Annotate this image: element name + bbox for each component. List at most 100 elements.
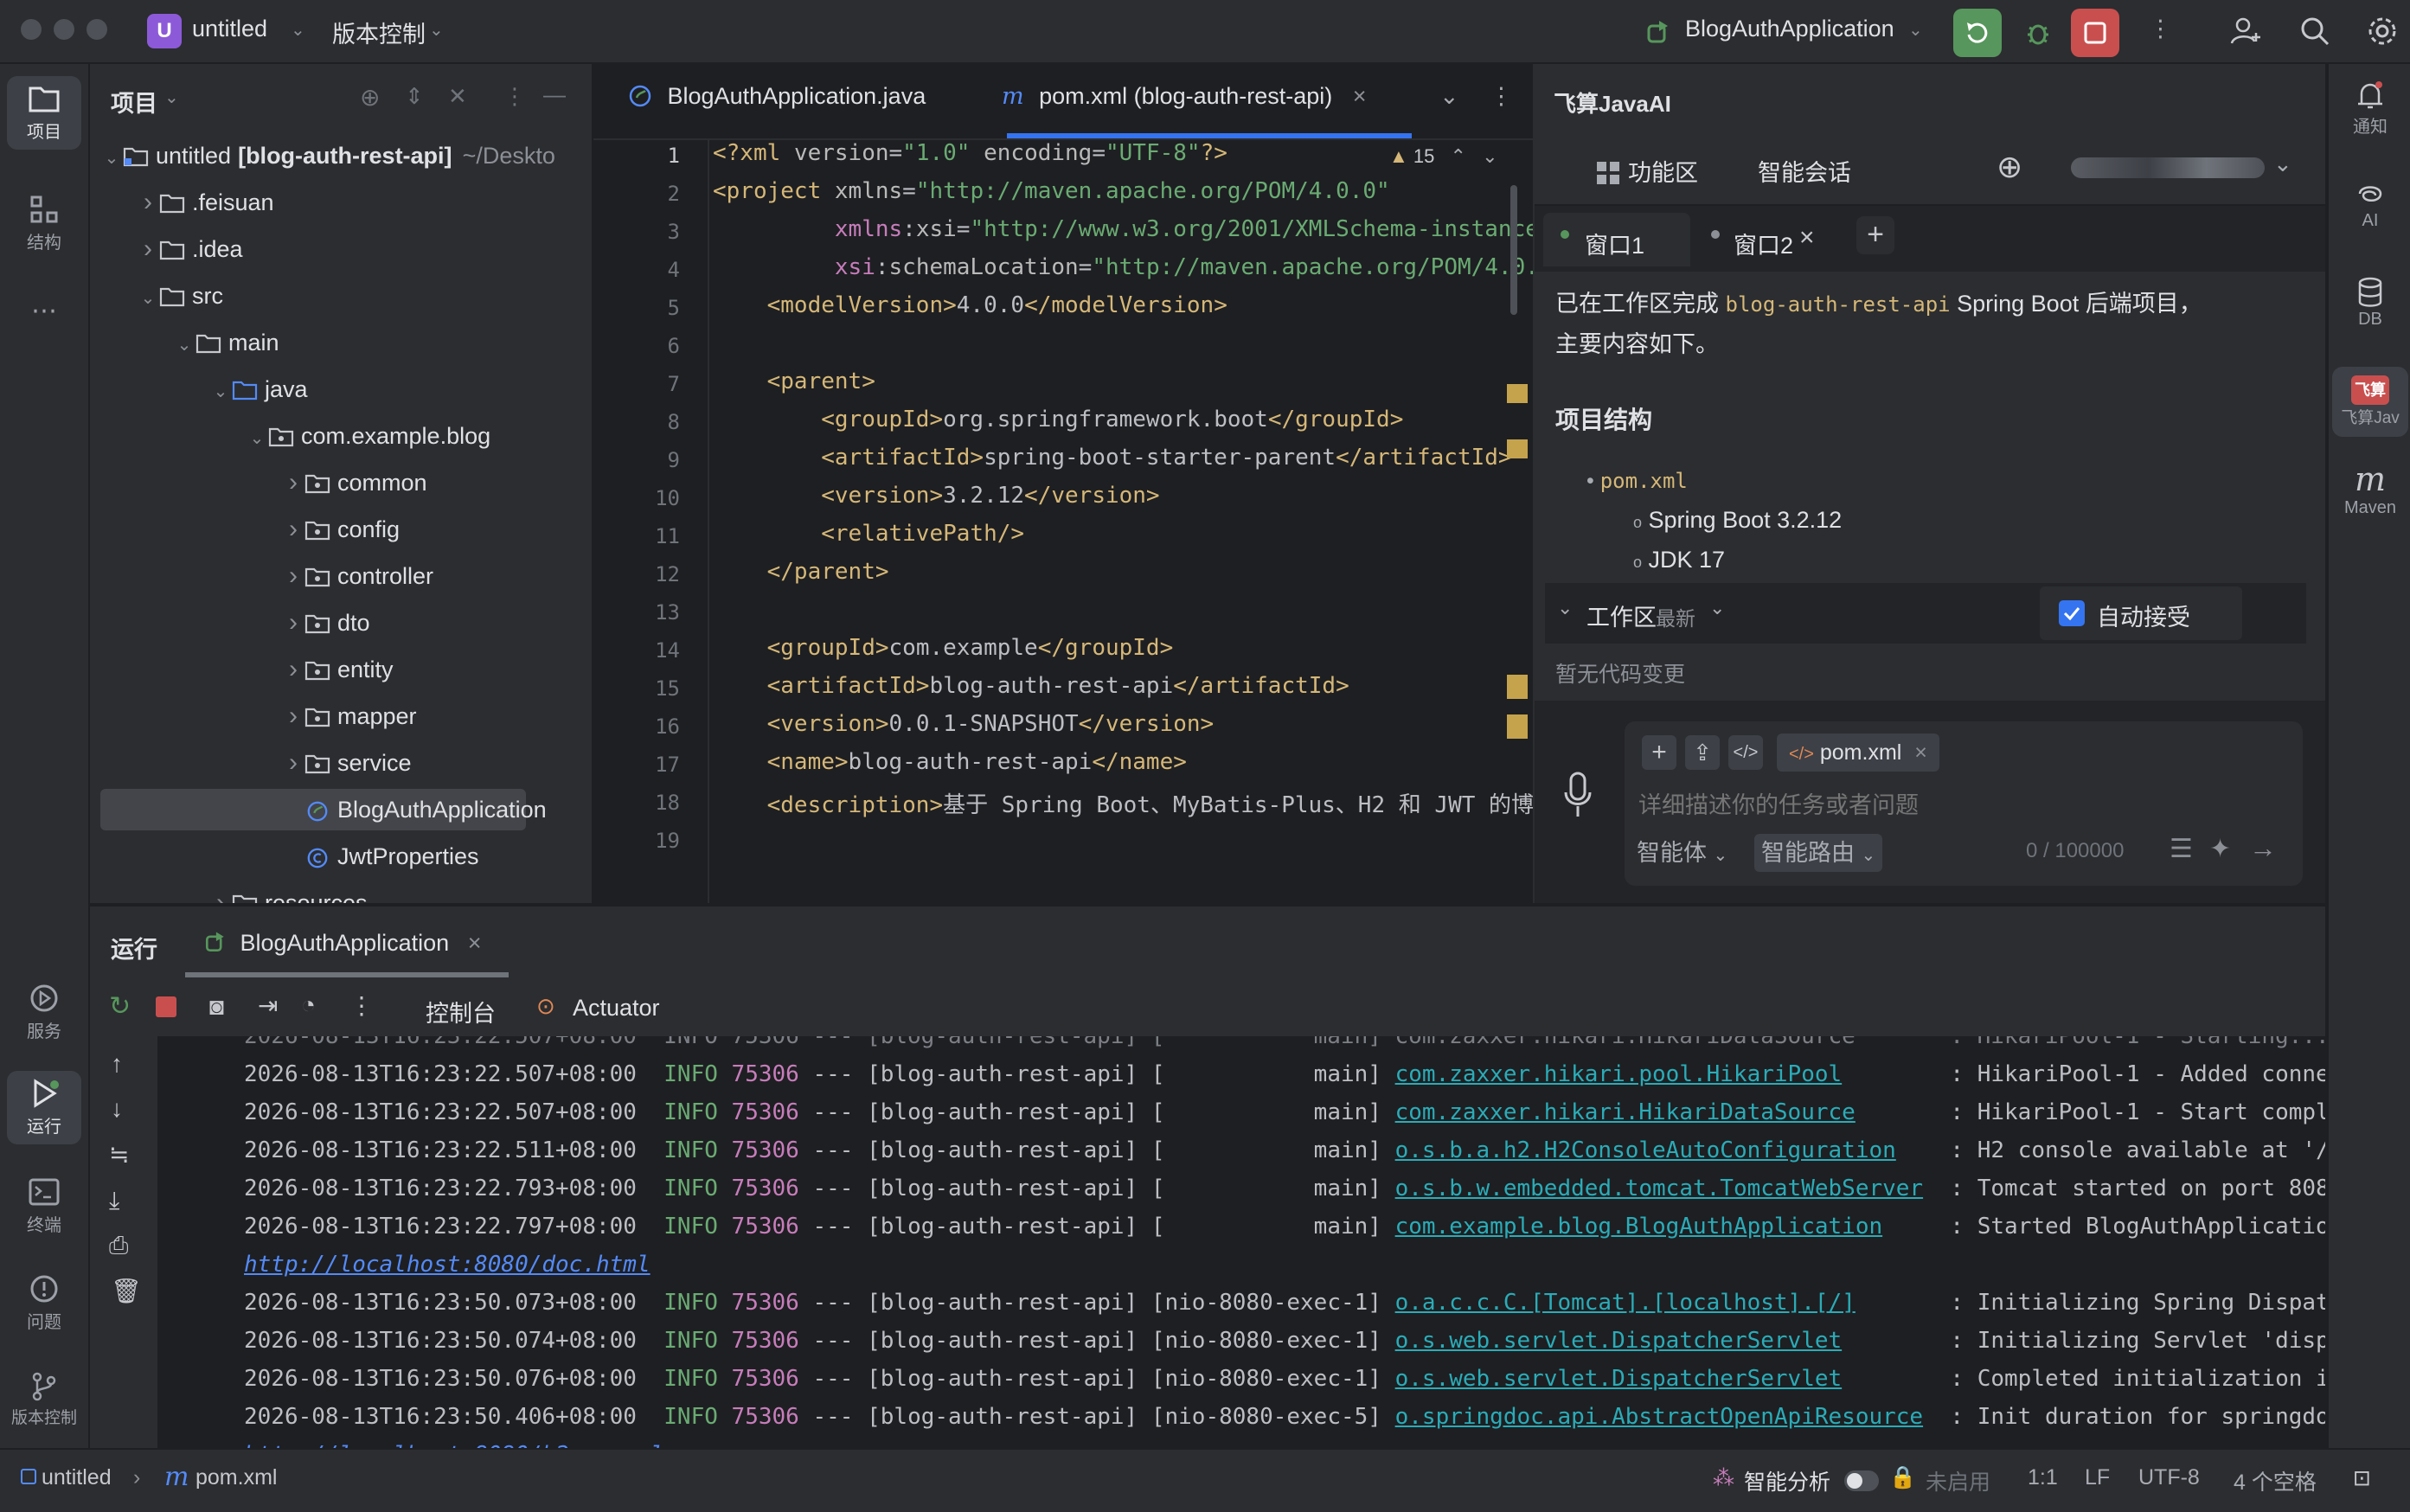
- prev-highlight-icon[interactable]: ⌃: [1451, 145, 1466, 167]
- scroll-up-icon[interactable]: ↑: [111, 1050, 123, 1078]
- smart-chat-button[interactable]: 智能会话: [1758, 154, 1851, 188]
- log-logger[interactable]: o.springdoc.api.AbstractOpenApiResource: [1395, 1404, 1923, 1430]
- more-icon[interactable]: ⋮: [349, 991, 374, 1020]
- tool-project-button[interactable]: 项目: [7, 76, 81, 150]
- exit-icon[interactable]: ⇥: [258, 991, 278, 1020]
- database-button[interactable]: DB: [2332, 275, 2408, 330]
- tree-item-config[interactable]: › config: [282, 509, 400, 550]
- change-marker[interactable]: [1507, 384, 1528, 403]
- smart-analysis-toggle[interactable]: [1844, 1470, 1879, 1491]
- log-logger[interactable]: com.example.blog.BlogAuthApplication: [1395, 1214, 1883, 1240]
- options-icon[interactable]: ⋮: [503, 83, 526, 110]
- tree-item-feisuan[interactable]: › .feisuan: [137, 182, 274, 223]
- maven-button[interactable]: m Maven: [2332, 460, 2408, 518]
- line-number[interactable]: 3: [593, 220, 680, 244]
- log-logger[interactable]: com.zaxxer.hikari.HikariDataSource: [1395, 1099, 1856, 1125]
- profiler-icon[interactable]: ◔: [301, 991, 316, 1019]
- add-context-icon[interactable]: +: [1642, 735, 1676, 770]
- rerun-button[interactable]: [1953, 9, 2002, 57]
- chevron-right-icon[interactable]: ›: [282, 602, 304, 644]
- tree-item-untitled[interactable]: ⌄ untitled [blog-auth-rest-api] ~/Deskto: [100, 135, 555, 176]
- close-tab-icon[interactable]: ×: [1353, 83, 1367, 109]
- soft-wrap-icon[interactable]: ≒: [109, 1140, 130, 1169]
- tree-item-jwtproperties[interactable]: JwtProperties: [282, 836, 479, 877]
- task-input[interactable]: [1637, 787, 2280, 823]
- line-number[interactable]: 4: [593, 258, 680, 282]
- chevron-right-icon[interactable]: ›: [137, 182, 159, 223]
- tab-pom-xml[interactable]: m pom.xml (blog-auth-rest-api) ×: [1002, 83, 1367, 110]
- line-number[interactable]: 11: [593, 524, 680, 548]
- more-tools-icon[interactable]: ⋯: [7, 296, 81, 326]
- tree-item-main[interactable]: ⌄ main: [173, 322, 279, 363]
- tool-terminal-button[interactable]: 终端: [7, 1176, 81, 1236]
- send-arrow-icon[interactable]: →: [2249, 832, 2277, 864]
- line-number[interactable]: 15: [593, 676, 680, 701]
- vcs-menu[interactable]: 版本控制: [332, 16, 426, 49]
- chevron-down-icon[interactable]: ⌄: [137, 278, 159, 319]
- line-number[interactable]: 1: [593, 144, 680, 168]
- tree-item-service[interactable]: › service: [282, 742, 412, 784]
- project-name-menu[interactable]: untitled: [192, 16, 267, 42]
- add-user-icon[interactable]: [2228, 14, 2263, 48]
- log-logger[interactable]: com.zaxxer.hikari.pool.HikariPool: [1395, 1061, 1843, 1087]
- log-logger[interactable]: o.s.b.w.embedded.tomcat.TomcatWebServer: [1395, 1176, 1923, 1201]
- auto-accept-toggle[interactable]: 自动接受: [2040, 586, 2242, 640]
- window1-tab[interactable]: 窗口1: [1543, 213, 1690, 266]
- line-separator[interactable]: LF: [2085, 1465, 2110, 1490]
- tree-item-dto[interactable]: › dto: [282, 602, 370, 644]
- feisuan-button[interactable]: 飞算 飞算Jav: [2332, 367, 2408, 437]
- context-chip[interactable]: </> pom.xml ×: [1777, 734, 1939, 772]
- chevron-right-icon[interactable]: ›: [282, 742, 304, 784]
- line-number[interactable]: 10: [593, 486, 680, 510]
- chevron-right-icon[interactable]: ›: [209, 882, 232, 903]
- run-tab-blogauthapplication[interactable]: BlogAuthApplication ×: [202, 929, 481, 957]
- console-tab[interactable]: 控制台: [426, 995, 496, 1028]
- line-number[interactable]: 12: [593, 562, 680, 586]
- chevron-right-icon[interactable]: ›: [282, 555, 304, 597]
- tree-item-common[interactable]: › common: [282, 462, 427, 503]
- tree-item-java[interactable]: ⌄ java: [209, 368, 308, 410]
- notifications-button[interactable]: 通知: [2332, 78, 2408, 138]
- search-icon[interactable]: [2298, 14, 2332, 48]
- line-number[interactable]: 2: [593, 182, 680, 206]
- line-number[interactable]: 8: [593, 410, 680, 434]
- line-number[interactable]: 19: [593, 829, 680, 853]
- tool-run-button[interactable]: 运行: [7, 1071, 81, 1144]
- editor-scrollbar[interactable]: [1510, 185, 1517, 315]
- magic-wand-icon[interactable]: ✦: [2209, 834, 2231, 864]
- chevron-right-icon[interactable]: ›: [282, 695, 304, 737]
- change-marker[interactable]: [1507, 714, 1528, 739]
- project-badge[interactable]: U: [147, 14, 182, 48]
- collapse-all-icon[interactable]: ✕: [448, 83, 467, 110]
- remove-chip-icon[interactable]: ×: [1914, 740, 1927, 765]
- more-actions-icon[interactable]: ⋮: [2149, 16, 2172, 42]
- chevron-down-icon[interactable]: ⌄: [100, 138, 123, 179]
- chevron-down-icon[interactable]: ⌄: [209, 371, 232, 413]
- scroll-down-icon[interactable]: ↓: [111, 1095, 123, 1123]
- close-window-button[interactable]: [21, 19, 42, 40]
- ai-button[interactable]: AI: [2332, 176, 2408, 231]
- tool-problems-button[interactable]: 问题: [7, 1273, 81, 1333]
- indent-setting[interactable]: 4 个空格: [2234, 1465, 2317, 1496]
- close-window2-icon[interactable]: ×: [1799, 223, 1815, 253]
- close-run-tab-icon[interactable]: ×: [468, 930, 482, 956]
- file-encoding[interactable]: UTF-8: [2138, 1465, 2200, 1490]
- tree-item-idea[interactable]: › .idea: [137, 228, 243, 270]
- inspection-widget[interactable]: ▲ 15 ⌃ ⌄: [1389, 145, 1498, 168]
- minimize-window-button[interactable]: [54, 19, 74, 40]
- console-output[interactable]: 2026-08-13T16:23:22.507+08:00 INFO 75306…: [157, 1036, 2325, 1450]
- breadcrumb-project[interactable]: untitled: [42, 1465, 112, 1490]
- line-number[interactable]: 7: [593, 372, 680, 396]
- settings-gear-icon[interactable]: [2365, 14, 2400, 48]
- line-number[interactable]: 18: [593, 791, 680, 815]
- debug-icon[interactable]: [2021, 16, 2055, 50]
- line-number[interactable]: 6: [593, 334, 680, 358]
- change-marker[interactable]: [1507, 439, 1528, 458]
- tab-blogauthapplication[interactable]: BlogAuthApplication.java: [628, 83, 926, 110]
- feature-area-button[interactable]: 功能区: [1597, 154, 1698, 188]
- line-number[interactable]: 16: [593, 714, 680, 739]
- new-chat-icon[interactable]: ⊕: [1997, 149, 2022, 185]
- workspace-label[interactable]: 工作区: [1586, 599, 1657, 632]
- print-icon[interactable]: ⎙: [109, 1232, 128, 1260]
- router-selector[interactable]: 智能路由 ⌄: [1754, 834, 1883, 872]
